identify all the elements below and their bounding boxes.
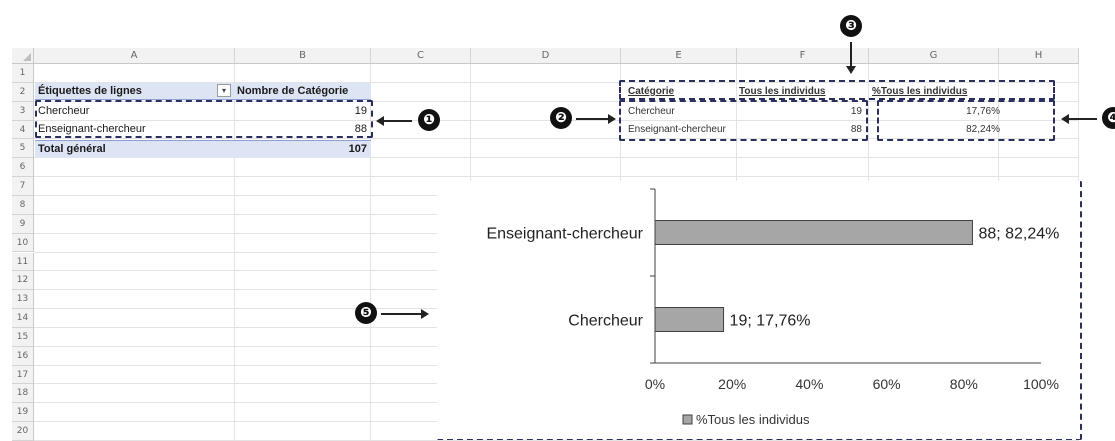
column-header-c[interactable]: C (371, 48, 471, 64)
row-header[interactable]: 1 (12, 64, 34, 83)
chart-canvas: Enseignant-chercheur 88; 82,24% Chercheur 1… (486, 188, 1059, 427)
row-header[interactable]: 5 (12, 139, 34, 159)
category-label: Chercheur (568, 313, 643, 330)
legend-label: %Tous les individus (696, 412, 810, 427)
data-label: 88; 82,24% (978, 226, 1059, 243)
callout-frame-summary-header (619, 80, 1055, 100)
category-label: Enseignant-chercheur (486, 226, 643, 243)
row-header[interactable]: 20 (12, 422, 34, 441)
chevron-down-icon[interactable]: ▾ (217, 84, 231, 97)
row-gridline (34, 176, 1079, 178)
row-header[interactable]: 12 (12, 271, 34, 291)
x-tick-label: 100% (1023, 376, 1059, 392)
arrow-right-icon (576, 114, 616, 124)
pivot-header-value[interactable]: Nombre de Catégorie (237, 83, 369, 99)
callout-badge-3: ❸ (840, 15, 862, 37)
column-header-e[interactable]: E (621, 48, 737, 64)
pivot-total-value[interactable]: 107 (237, 141, 367, 157)
row-header[interactable]: 2 (12, 82, 34, 102)
x-tick-label: 80% (950, 376, 978, 392)
row-header[interactable]: 18 (12, 384, 34, 404)
callout-frame-percentages (877, 100, 1055, 141)
column-header-b[interactable]: B (235, 48, 371, 64)
bar (654, 220, 973, 245)
data-label: 19; 17,76% (730, 313, 811, 330)
row-header[interactable]: 16 (12, 346, 34, 366)
column-header-h[interactable]: H (999, 48, 1079, 64)
row-header[interactable]: 11 (12, 252, 34, 272)
callout-badge-1: ❶ (418, 109, 440, 131)
pivot-header-label[interactable]: Étiquettes de lignes (38, 83, 218, 99)
row-header[interactable]: 8 (12, 195, 34, 215)
callout-frame-pivot-rows (35, 100, 373, 138)
row-header[interactable]: 7 (12, 177, 34, 196)
bar-chart[interactable]: Enseignant-chercheur 88; 82,24% Chercheur 1… (437, 181, 1080, 439)
arrow-left-icon (1061, 114, 1097, 124)
pivot-total-label[interactable]: Total général (38, 141, 228, 157)
select-all-corner[interactable] (12, 48, 34, 64)
row-header[interactable]: 9 (12, 214, 34, 234)
x-tick-label: 60% (873, 376, 901, 392)
callout-badge-2: ❷ (550, 107, 572, 129)
x-tick-label: 40% (795, 376, 823, 392)
row-header[interactable]: 14 (12, 309, 34, 328)
legend-swatch (682, 414, 693, 425)
arrow-right-icon (381, 309, 429, 319)
row-header[interactable]: 17 (12, 365, 34, 385)
x-tick-label: 0% (645, 376, 665, 392)
row-header[interactable]: 10 (12, 233, 34, 253)
row-header[interactable]: 4 (12, 120, 34, 140)
x-tick-label: 20% (718, 376, 746, 392)
column-header-g[interactable]: G (869, 48, 999, 64)
column-header-d[interactable]: D (471, 48, 621, 64)
bar (654, 307, 725, 332)
arrow-down-icon (846, 42, 856, 74)
column-header-a[interactable]: A (34, 48, 235, 64)
row-header[interactable]: 3 (12, 101, 34, 121)
callout-frame-summary-rows (619, 100, 868, 141)
row-header[interactable]: 6 (12, 158, 34, 178)
callout-badge-5: ❺ (355, 302, 377, 324)
row-header[interactable]: 13 (12, 290, 34, 310)
arrow-left-icon (376, 116, 412, 126)
row-header[interactable]: 19 (12, 403, 34, 423)
row-header[interactable]: 15 (12, 327, 34, 347)
